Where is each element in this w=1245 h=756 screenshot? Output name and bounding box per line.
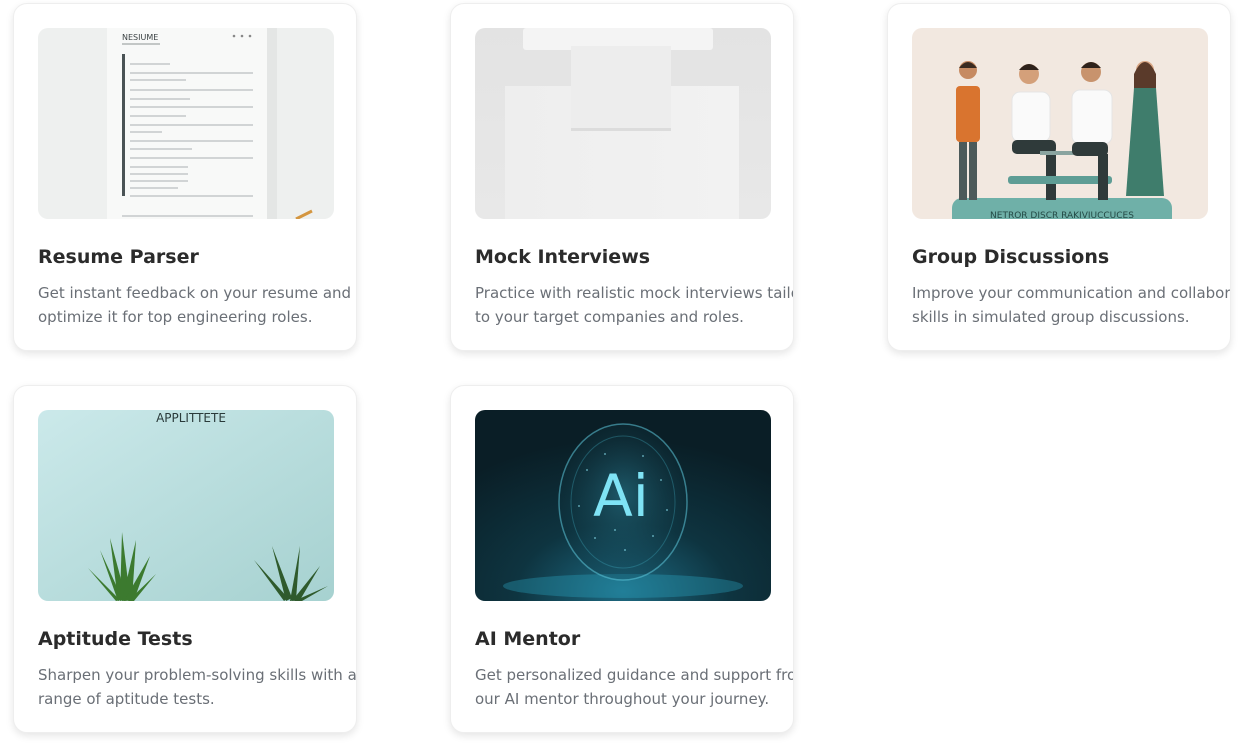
resume-parser-image: NESIUME	[38, 28, 334, 219]
description-line: Practice with realistic mock interviews …	[475, 284, 794, 302]
aptitude-tests-image: APPLITTETE	[38, 410, 334, 601]
card-description: Improve your communication and collabora…	[912, 281, 1231, 329]
description-line: skills in simulated group discussions.	[912, 308, 1190, 326]
description-line: optimize it for top engineering roles.	[38, 308, 313, 326]
ai-mentor-image: Ai	[475, 410, 771, 601]
description-line: to your target companies and roles.	[475, 308, 744, 326]
feature-card-group-discussions[interactable]: NETROR DISCR RAKIVIUCCUCES Group Discuss…	[887, 3, 1231, 351]
feature-card-aptitude-tests[interactable]: APPLITTETE Aptitude Tests Sharpen your p…	[13, 385, 357, 733]
description-line: Get personalized guidance and support fr…	[475, 666, 794, 684]
svg-text:NETROR DISCR RAKIVIUCCUCES: NETROR DISCR RAKIVIUCCUCES	[990, 211, 1134, 219]
card-title: Aptitude Tests	[38, 628, 193, 650]
card-description: Get personalized guidance and support fr…	[475, 663, 794, 711]
card-title: AI Mentor	[475, 628, 581, 650]
card-description: Sharpen your problem-solving skills with…	[38, 663, 357, 711]
description-line: Improve your communication and collabora…	[912, 284, 1231, 302]
card-description: Get instant feedback on your resume and …	[38, 281, 356, 329]
card-description: Practice with realistic mock interviews …	[475, 281, 794, 329]
description-line: our AI mentor throughout your journey.	[475, 690, 770, 708]
card-title: Resume Parser	[38, 246, 199, 268]
svg-text:NESIUME: NESIUME	[122, 33, 158, 42]
feature-card-mock-interviews[interactable]: Mock Interviews Practice with realistic …	[450, 3, 794, 351]
description-line: Get instant feedback on your resume and	[38, 284, 352, 302]
svg-text:APPLITTETE: APPLITTETE	[156, 411, 226, 425]
description-line: range of aptitude tests.	[38, 690, 215, 708]
feature-card-resume-parser[interactable]: NESIUME Resume Parser Get instant feedba…	[13, 3, 357, 351]
feature-card-ai-mentor[interactable]: Ai AI Mentor Get personalized guidance a…	[450, 385, 794, 733]
mock-interviews-image	[475, 28, 771, 219]
description-line: Sharpen your problem-solving skills with…	[38, 666, 357, 684]
card-title: Group Discussions	[912, 246, 1110, 268]
group-discussions-image: NETROR DISCR RAKIVIUCCUCES	[912, 28, 1208, 219]
card-title: Mock Interviews	[475, 246, 651, 268]
svg-text:Ai: Ai	[593, 462, 649, 530]
